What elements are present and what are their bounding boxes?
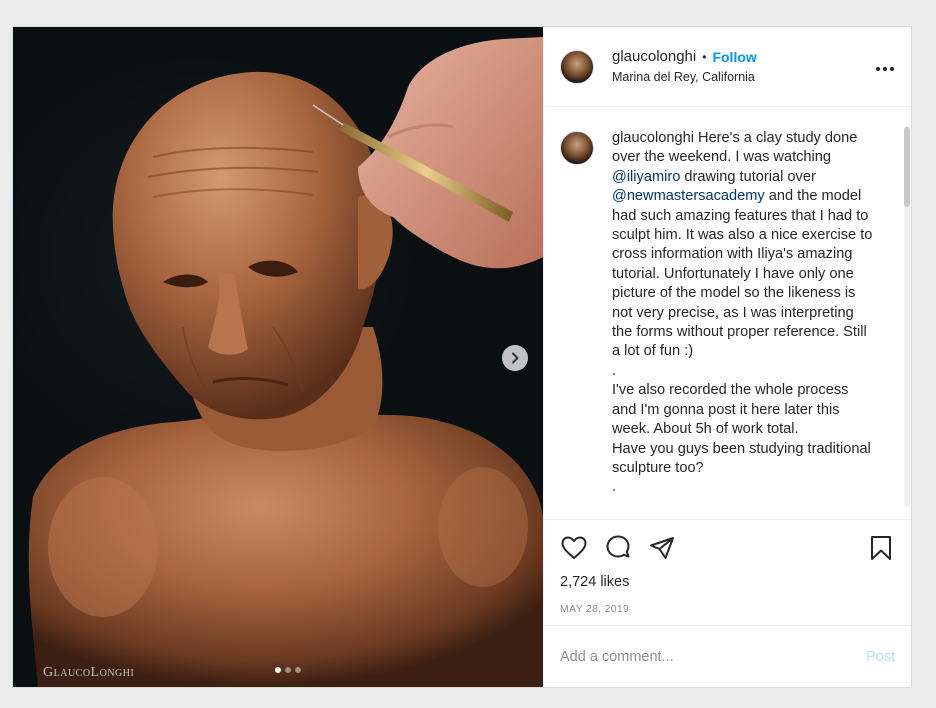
- post-photo[interactable]: GlaucoLonghi: [13, 27, 543, 687]
- share-icon[interactable]: [648, 534, 676, 562]
- bookmark-icon[interactable]: [867, 534, 895, 562]
- more-options-icon[interactable]: [875, 56, 895, 77]
- instagram-post: GlaucoLonghi glaucolonghi • Follow Marin…: [12, 26, 912, 688]
- carousel-next-button[interactable]: [502, 345, 528, 371]
- follow-button[interactable]: Follow: [712, 48, 756, 67]
- carousel-dot: [295, 667, 301, 673]
- carousel-dot-active: [275, 667, 281, 673]
- caption-text: glaucolonghi Here's a clay study done ov…: [612, 129, 874, 498]
- caption-dot: .: [612, 479, 617, 496]
- caption-paragraph: Have you guys been studying traditional …: [612, 440, 871, 476]
- post-header: glaucolonghi • Follow Marina del Rey, Ca…: [544, 27, 911, 107]
- caption-username[interactable]: glaucolonghi: [612, 130, 694, 146]
- scrollbar-thumb[interactable]: [904, 127, 910, 207]
- chevron-right-icon: [512, 352, 519, 364]
- post-date[interactable]: MAY 28, 2019: [560, 603, 895, 615]
- comment-input[interactable]: [560, 648, 866, 665]
- post-comment-button[interactable]: Post: [866, 649, 895, 665]
- mention-link[interactable]: @newmastersacademy: [612, 188, 765, 204]
- avatar[interactable]: [560, 49, 594, 84]
- heart-icon[interactable]: [560, 534, 588, 562]
- post-location[interactable]: Marina del Rey, California: [612, 69, 757, 86]
- caption-text-part: drawing tutorial over: [680, 168, 816, 185]
- mention-link[interactable]: @iliyamiro: [612, 169, 680, 185]
- carousel-dot: [285, 667, 291, 673]
- post-actions: 2,724 likes MAY 28, 2019: [544, 519, 911, 625]
- caption-paragraph: I've also recorded the whole process and…: [612, 382, 849, 438]
- header-username[interactable]: glaucolonghi: [612, 47, 696, 67]
- clay-bust-sculpture-image: [28, 37, 543, 687]
- add-comment-bar: Post: [544, 625, 911, 687]
- carousel-indicator: [13, 667, 543, 673]
- header-separator: •: [702, 49, 707, 64]
- post-caption: glaucolonghi Here's a clay study done ov…: [560, 129, 895, 498]
- likes-count[interactable]: 2,724 likes: [560, 574, 895, 590]
- scrollbar[interactable]: [904, 127, 910, 507]
- comment-icon[interactable]: [604, 534, 632, 562]
- caption-text-part: and the model had such amazing features …: [612, 188, 873, 360]
- post-side-panel: glaucolonghi • Follow Marina del Rey, Ca…: [543, 27, 911, 687]
- comments-area[interactable]: glaucolonghi Here's a clay study done ov…: [544, 107, 911, 519]
- caption-dot: .: [612, 362, 617, 379]
- caption-avatar[interactable]: [560, 131, 594, 165]
